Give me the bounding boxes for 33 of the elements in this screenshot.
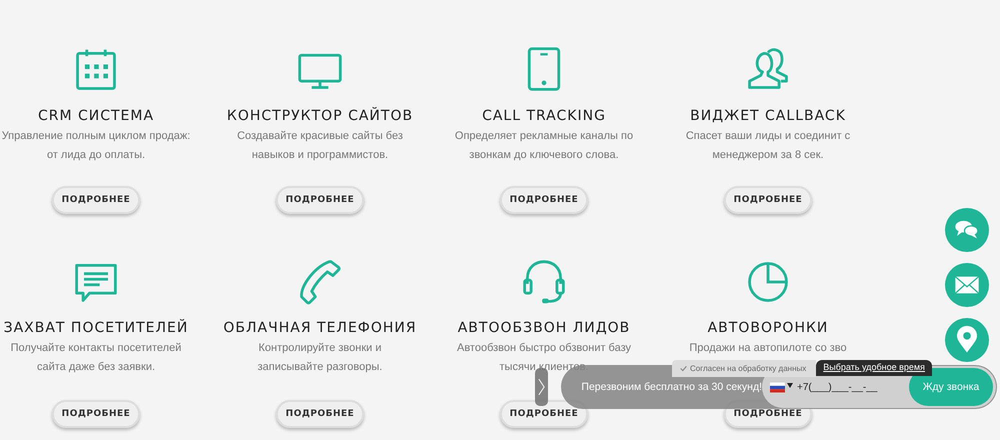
card-description: Получайте контакты посетителей сайта даже без заявки.: [10, 341, 182, 375]
card-description: Продажи на автопилоте со зво: [689, 341, 847, 356]
flag-icon: [770, 382, 785, 392]
more-button[interactable]: ПОДРОБНЕЕ: [52, 186, 140, 214]
card-description: Управление полным циклом продаж: от лида до оплаты.: [2, 129, 190, 163]
more-button[interactable]: ПОДРОБНЕЕ: [500, 186, 588, 214]
chat-button[interactable]: [945, 208, 989, 252]
card-title: CRM СИСТЕМА: [38, 108, 154, 124]
time-link[interactable]: Выбрать удобное время: [816, 360, 932, 376]
card-title: АВТОВОРОНКИ: [708, 320, 828, 336]
location-pin-button[interactable]: [945, 318, 989, 362]
card-description: Определяет рекламные каналы по звонкам до ключевого слова.: [454, 129, 634, 163]
mail-button[interactable]: [945, 263, 989, 307]
chevron-right-icon: [538, 378, 546, 396]
card-title: КОНСТРУКТОР САЙТОВ: [226, 108, 414, 124]
card-description: Создавайте красивые сайты без навыков и программистов.: [237, 129, 403, 163]
card-title: ВИДЖЕТ CALLBACK: [690, 108, 846, 124]
card-title: ОБЛАЧНАЯ ТЕЛЕФОНИЯ: [223, 320, 417, 336]
more-button[interactable]: ПОДРОБНЕЕ: [276, 186, 364, 214]
more-button[interactable]: ПОДРОБНЕЕ: [724, 186, 812, 214]
card-description: Контролируйте звонки и записывайте разговоры.: [258, 341, 382, 375]
headset-icon: [520, 258, 568, 306]
caret-icon[interactable]: [787, 382, 793, 388]
more-button[interactable]: ПОДРОБНЕЕ: [500, 400, 588, 428]
card-title: CALL TRACKING: [482, 108, 606, 124]
card-title: ЗАХВАТ ПОСЕТИТЕЛЕЙ: [4, 320, 188, 336]
card-description: Спасет ваши лиды и соединит с менеджером за 8 сек.: [686, 129, 850, 163]
more-button[interactable]: ПОДРОБНЕЕ: [276, 400, 364, 428]
callback-message: Перезвоним бесплатно за 30 секунд!: [581, 381, 762, 393]
more-button[interactable]: ПОДРОБНЕЕ: [52, 400, 140, 428]
card-title: АВТООБЗВОН ЛИДОВ: [458, 320, 630, 336]
consent-checkbox[interactable]: Согласен на обработку данных: [672, 360, 816, 377]
check-icon: [680, 365, 687, 372]
